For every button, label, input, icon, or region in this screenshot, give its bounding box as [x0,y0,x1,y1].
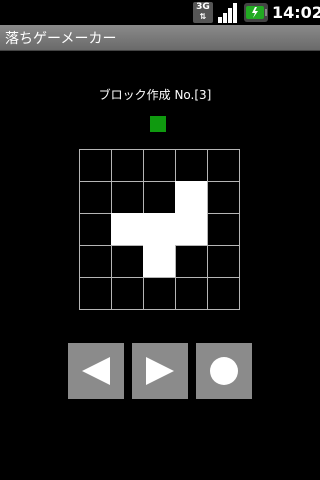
left-arrow-icon [82,357,110,385]
app-title: 落ちゲーメーカー [5,31,117,47]
grid-cell-3-2[interactable] [142,244,176,278]
grid-cell-3-3[interactable] [174,244,208,278]
app-title-bar: 落ちゲーメーカー [0,25,320,51]
grid-cell-0-2[interactable] [142,148,176,182]
block-label: ブロック作成 No.[3] [98,88,212,102]
status-bar: 3G ⇅ 14:02 [0,0,320,25]
grid-cell-3-1[interactable] [110,244,144,278]
block-editor-grid [78,148,241,311]
right-arrow-button[interactable] [132,343,188,399]
right-arrow-icon [146,357,174,385]
grid-cell-0-3[interactable] [174,148,208,182]
grid-cell-2-1[interactable] [110,212,144,246]
grid-cell-4-2[interactable] [142,276,176,310]
grid-cell-4-0[interactable] [78,276,112,310]
grid-cell-1-0[interactable] [78,180,112,214]
network-label: 3G [196,2,210,12]
status-time: 14:02 [272,3,320,22]
grid-cell-4-4[interactable] [206,276,240,310]
grid-cell-4-1[interactable] [110,276,144,310]
confirm-button[interactable] [196,343,252,399]
grid-cell-0-4[interactable] [206,148,240,182]
grid-cell-2-3[interactable] [174,212,208,246]
grid-cell-1-3[interactable] [174,180,208,214]
left-arrow-button[interactable] [68,343,124,399]
grid-cell-1-4[interactable] [206,180,240,214]
grid-cell-4-3[interactable] [174,276,208,310]
battery-icon [244,3,268,22]
circle-icon [210,357,238,385]
grid-cell-3-4[interactable] [206,244,240,278]
grid-cell-1-1[interactable] [110,180,144,214]
grid-cell-2-2[interactable] [142,212,176,246]
signal-strength-icon [218,3,237,23]
grid-cell-3-0[interactable] [78,244,112,278]
grid-cell-2-4[interactable] [206,212,240,246]
grid-cell-0-1[interactable] [110,148,144,182]
grid-cell-2-0[interactable] [78,212,112,246]
block-color-swatch[interactable] [150,116,166,132]
3g-data-icon: 3G ⇅ [193,2,213,23]
grid-cell-0-0[interactable] [78,148,112,182]
grid-cell-1-2[interactable] [142,180,176,214]
